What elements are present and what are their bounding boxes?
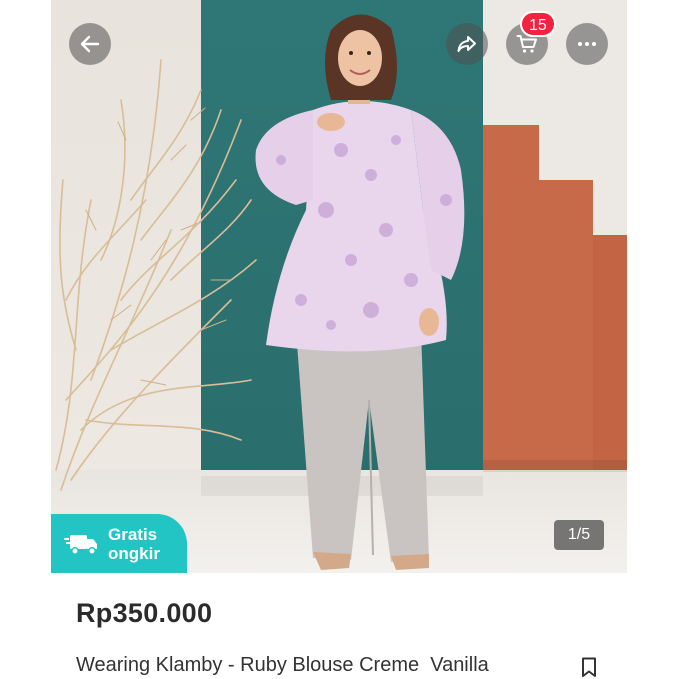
free-shipping-line1: Gratis: [108, 524, 158, 544]
free-shipping-line2: ongkir: [108, 543, 160, 563]
shoe: [391, 554, 429, 570]
model-illustration: [55, 14, 465, 570]
arrow-left-icon: [80, 35, 100, 53]
bookmark-icon[interactable]: [578, 656, 600, 678]
cart-count-badge: 15: [520, 11, 556, 37]
product-title: Wearing Klamby - Ruby Blouse Creme Vanil…: [76, 654, 489, 676]
trousers: [296, 330, 429, 562]
share-arrow-icon: [457, 36, 476, 52]
share-button[interactable]: [446, 23, 488, 65]
product-image[interactable]: [51, 0, 627, 573]
more-dots-icon: [578, 42, 596, 46]
free-shipping-badge: Gratis ongkir: [51, 514, 187, 573]
back-button[interactable]: [69, 23, 111, 65]
product-price: Rp350.000: [76, 598, 213, 628]
product-page: 15 Gratis ongkir 1/5 Rp350.000 Wearing K…: [0, 0, 679, 679]
dried-branches: [55, 59, 257, 491]
more-options-button[interactable]: [566, 23, 608, 65]
image-counter: 1/5: [554, 520, 604, 550]
face: [338, 30, 382, 86]
shoe: [313, 552, 351, 570]
hand: [419, 308, 439, 336]
truck-icon: [64, 534, 97, 555]
